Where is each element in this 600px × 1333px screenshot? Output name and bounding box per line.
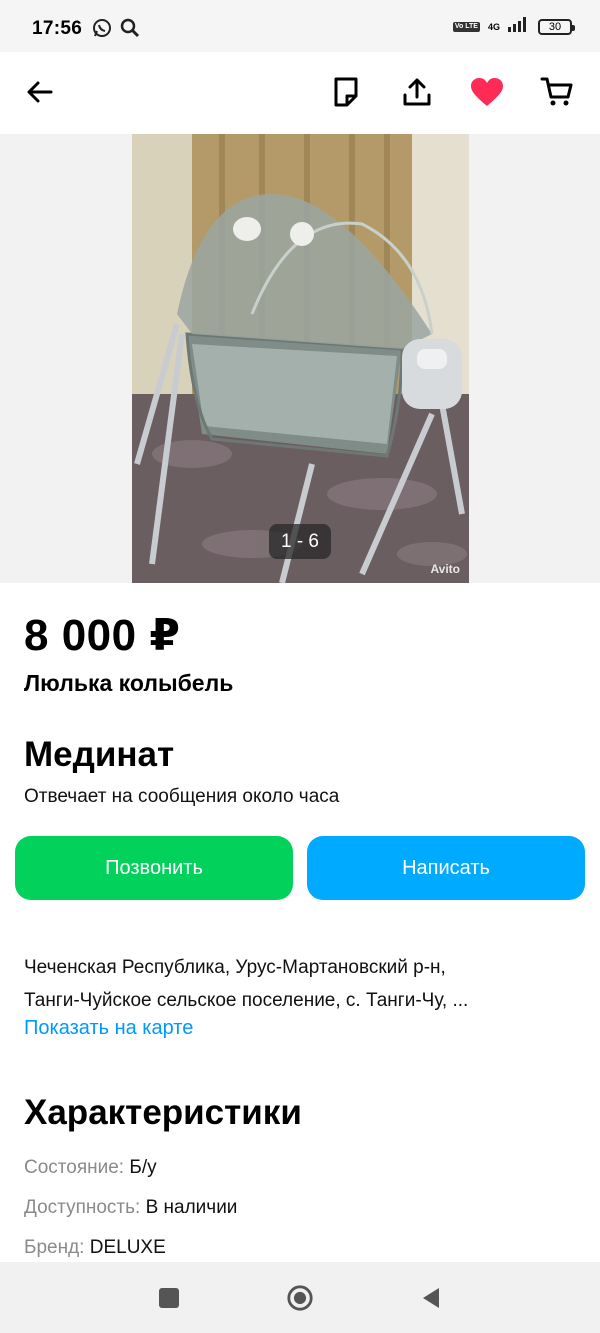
network-type: 4G bbox=[487, 21, 500, 32]
status-time: 17:56 bbox=[32, 18, 83, 39]
photo-counter: 1 - 6 bbox=[269, 524, 331, 559]
listing-photo[interactable] bbox=[132, 134, 469, 583]
characteristic-value: Б/у bbox=[129, 1157, 157, 1178]
recent-apps-icon[interactable] bbox=[155, 1284, 183, 1312]
whatsapp-icon bbox=[92, 18, 112, 43]
seller-response-time: Отвечает на сообщения около часа bbox=[24, 786, 340, 807]
write-button[interactable]: Написать bbox=[307, 836, 585, 900]
volte-indicator: Vo LTE bbox=[452, 21, 480, 32]
characteristic-value: DELUXE bbox=[89, 1237, 166, 1258]
search-icon bbox=[120, 18, 140, 43]
show-on-map-link[interactable]: Показать на карте bbox=[24, 1017, 193, 1040]
status-notification-icons bbox=[92, 18, 140, 43]
home-icon[interactable] bbox=[286, 1284, 314, 1312]
write-button-label: Написать bbox=[402, 856, 490, 879]
status-system-icons: Vo LTE 4G 30 bbox=[452, 16, 575, 37]
favorite-heart-icon[interactable] bbox=[469, 74, 505, 110]
system-navigation-bar bbox=[0, 1262, 600, 1333]
seller-name[interactable]: Мединат bbox=[24, 735, 174, 775]
back-arrow-icon[interactable] bbox=[22, 74, 58, 110]
photo-gallery[interactable]: 1 - 6 Avito bbox=[0, 134, 600, 583]
call-button[interactable]: Позвонить bbox=[15, 836, 293, 900]
signal-icon bbox=[508, 16, 530, 37]
characteristics-title: Характеристики bbox=[24, 1093, 302, 1132]
watermark-logo: Avito bbox=[430, 562, 460, 576]
call-button-label: Позвонить bbox=[105, 856, 203, 879]
characteristic-row: Состояние: Б/у bbox=[24, 1157, 157, 1179]
characteristic-key: Состояние: bbox=[24, 1157, 125, 1178]
top-toolbar bbox=[0, 52, 600, 134]
address-line: Чеченская Республика, Урус-Мартановский … bbox=[24, 957, 446, 978]
listing-address: Чеченская Республика, Урус-Мартановский … bbox=[24, 951, 580, 1017]
status-bar: 17:56 Vo LTE 4G 30 bbox=[0, 0, 600, 52]
characteristic-row: Доступность: В наличии bbox=[24, 1197, 237, 1219]
back-icon[interactable] bbox=[417, 1284, 445, 1312]
characteristic-value: В наличии bbox=[145, 1197, 238, 1218]
battery-level: 30 bbox=[548, 20, 562, 33]
note-icon[interactable] bbox=[328, 74, 364, 110]
address-line: Танги-Чуйское сельское поселение, с. Тан… bbox=[24, 990, 469, 1011]
listing-title: Люлька колыбель bbox=[24, 670, 234, 696]
characteristic-key: Доступность: bbox=[24, 1197, 141, 1218]
share-icon[interactable] bbox=[399, 74, 435, 110]
listing-price: 8 000 ₽ bbox=[24, 611, 181, 660]
characteristic-key: Бренд: bbox=[24, 1237, 85, 1258]
battery-icon: 30 bbox=[538, 18, 575, 35]
cart-icon[interactable] bbox=[539, 74, 575, 110]
characteristic-row: Бренд: DELUXE bbox=[24, 1237, 166, 1259]
